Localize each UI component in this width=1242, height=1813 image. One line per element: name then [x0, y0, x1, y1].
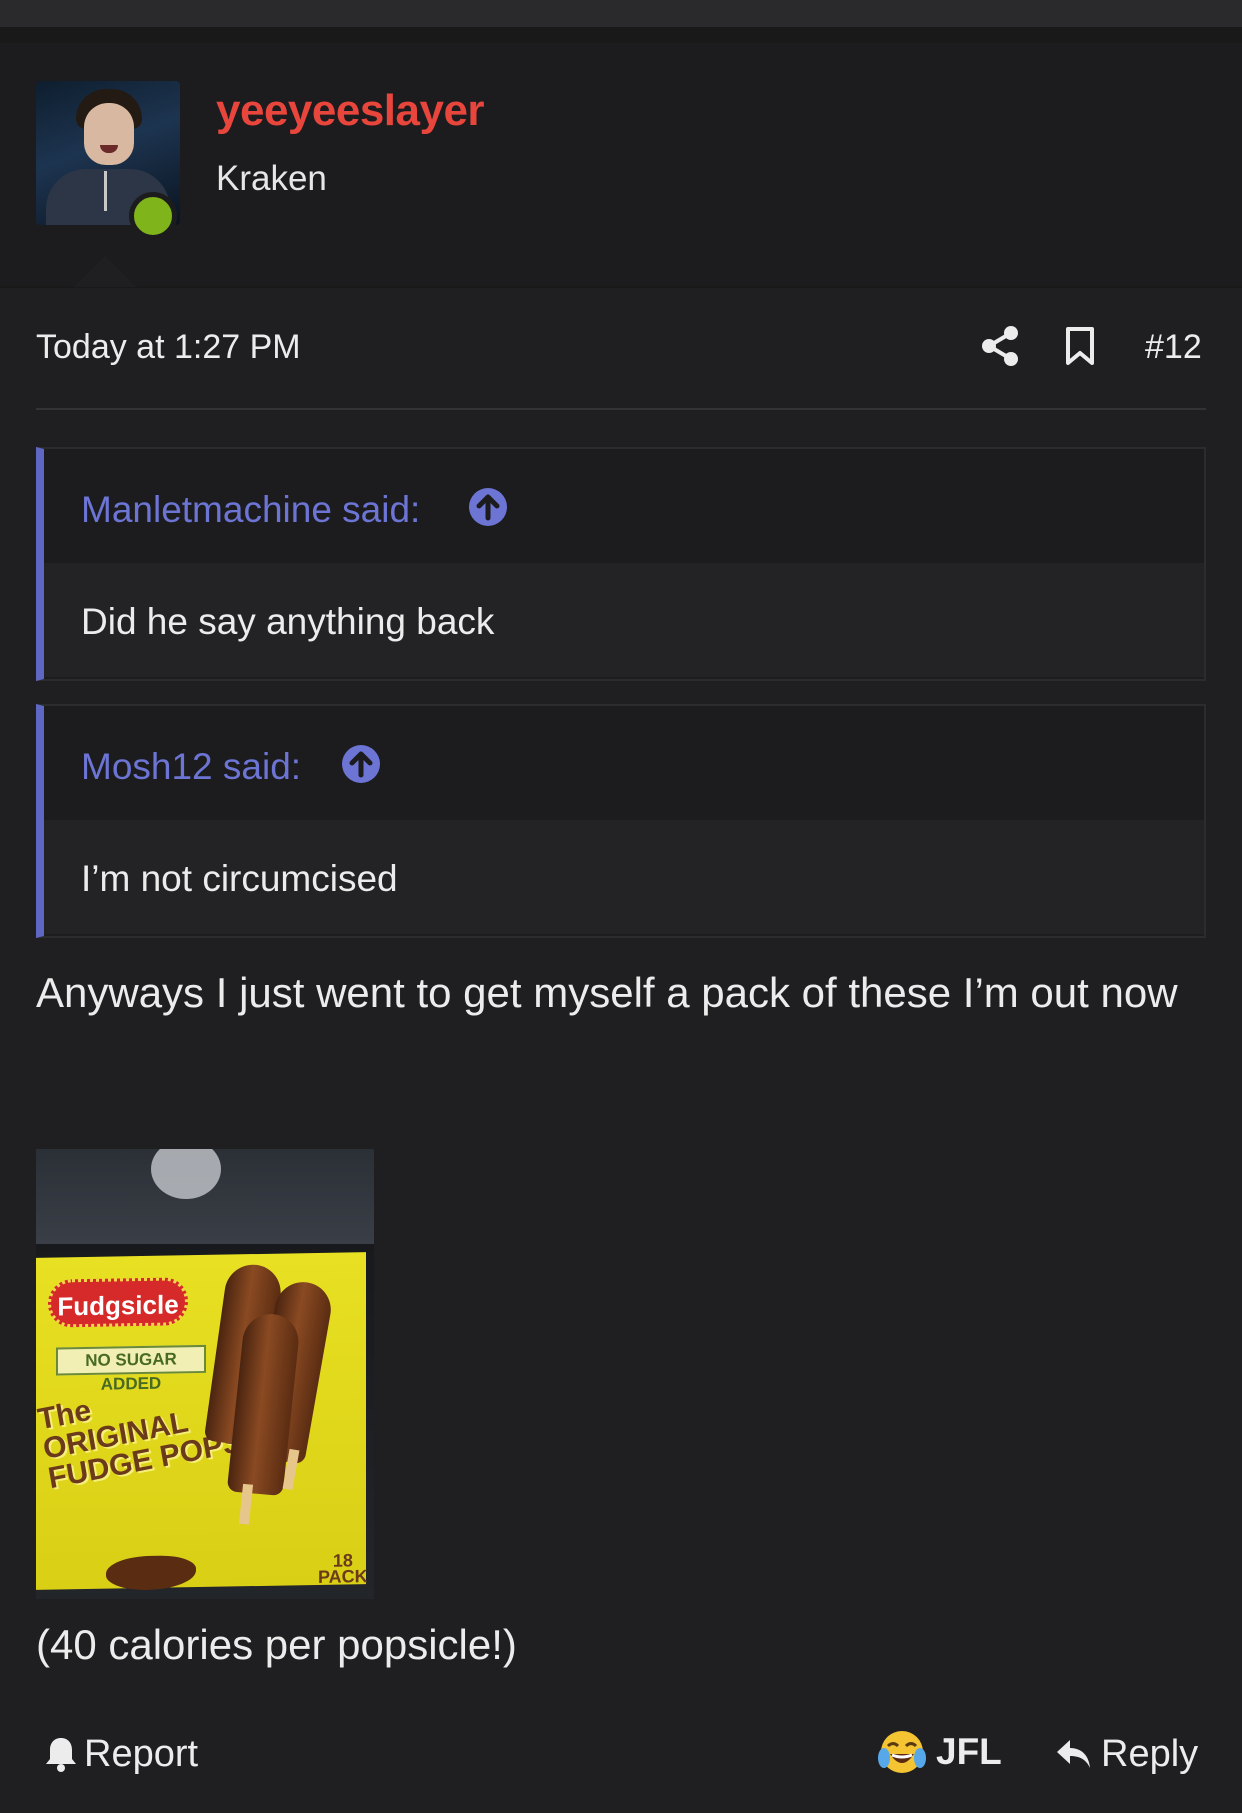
avatar-face	[84, 103, 134, 165]
box-brand-logo: Fudgsicle	[48, 1277, 188, 1328]
reply-label: Reply	[1101, 1732, 1199, 1775]
online-status-icon	[129, 192, 177, 240]
post-number-link[interactable]: #12	[1145, 328, 1202, 367]
bell-icon	[46, 1738, 76, 1772]
arrow-up-circle-icon[interactable]	[468, 487, 508, 527]
meta-divider	[36, 408, 1206, 410]
quote-block: Mosh12 said: I’m not circumcised	[36, 704, 1206, 938]
arrow-up-circle-icon[interactable]	[341, 744, 381, 784]
reply-button[interactable]: Reply	[1055, 1731, 1198, 1777]
fudge-pops-box: Fudgsicle NO SUGAR ADDED The ORIGINAL FU…	[36, 1252, 368, 1591]
report-button[interactable]: Report	[44, 1731, 198, 1777]
share-icon[interactable]	[980, 325, 1020, 367]
reaction-label: JFL	[936, 1731, 1002, 1772]
chocolate-splash	[106, 1555, 196, 1591]
quote-text: Did he say anything back	[81, 601, 495, 642]
top-bar-gap	[0, 27, 1242, 43]
bookmark-icon[interactable]	[1065, 326, 1095, 366]
quote-body: Did he say anything back	[44, 563, 1204, 677]
post-message: Anyways I just went to get myself a pack…	[36, 969, 1178, 1016]
quote-body: I’m not circumcised	[44, 820, 1204, 934]
user-title: Kraken	[216, 159, 327, 198]
quote-text: I’m not circumcised	[81, 858, 398, 899]
report-label: Report	[84, 1732, 199, 1775]
top-bar	[0, 0, 1242, 27]
user-block-pointer	[74, 256, 136, 287]
post-timestamp[interactable]: Today at 1:27 PM	[36, 328, 301, 367]
reaction-button[interactable]: JFL	[878, 1727, 1002, 1777]
username-link[interactable]: yeeyeeslayer	[216, 86, 485, 136]
avatar-chain	[104, 171, 107, 211]
divider	[0, 286, 1242, 288]
post-user-block	[0, 43, 1242, 286]
post-caption: (40 calories per popsicle!)	[36, 1621, 517, 1668]
box-pack-count: 18 PACK	[318, 1550, 368, 1587]
crying-laughing-emoji-icon	[878, 1731, 926, 1773]
quote-header[interactable]: Manletmachine said:	[44, 449, 1204, 563]
box-banner: NO SUGAR ADDED	[56, 1344, 206, 1394]
reply-arrow-icon	[1057, 1740, 1090, 1768]
quote-author[interactable]: Mosh12 said:	[81, 746, 301, 788]
quote-author[interactable]: Manletmachine said:	[81, 489, 420, 531]
post-image[interactable]: Fudgsicle NO SUGAR ADDED The ORIGINAL FU…	[36, 1149, 374, 1599]
quote-header[interactable]: Mosh12 said:	[44, 706, 1204, 820]
quote-block: Manletmachine said: Did he say anything …	[36, 447, 1206, 681]
